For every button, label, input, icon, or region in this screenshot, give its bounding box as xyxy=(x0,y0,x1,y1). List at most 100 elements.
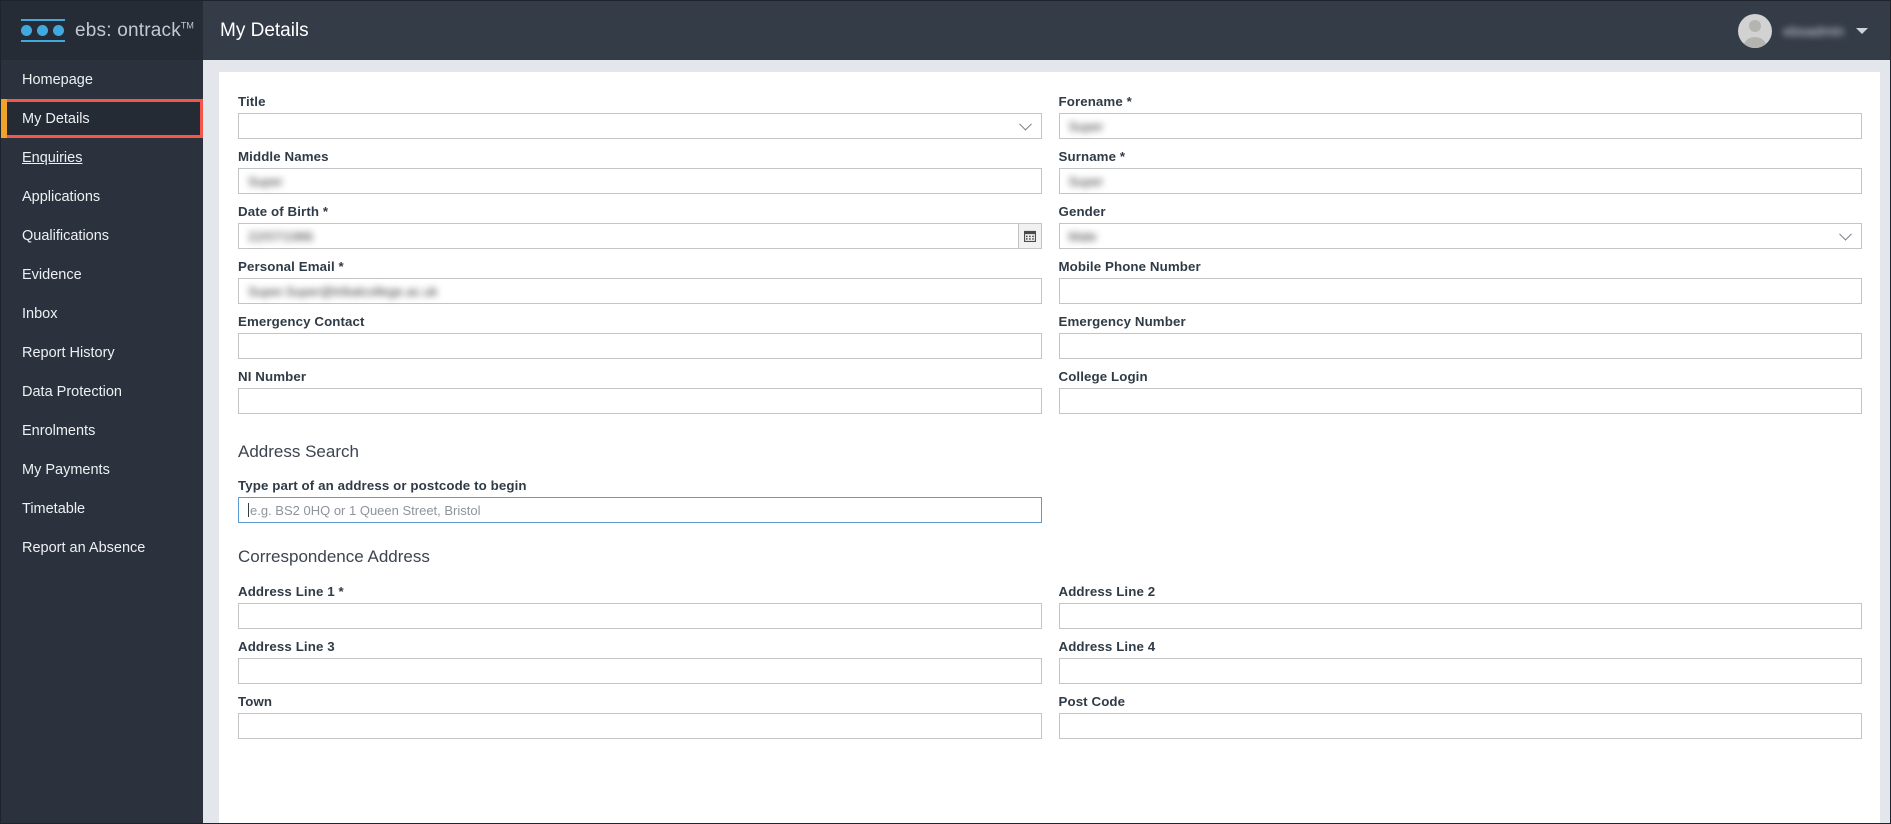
chevron-down-icon[interactable] xyxy=(1856,27,1868,34)
sidebar-item-report-an-absence[interactable]: Report an Absence xyxy=(1,528,203,567)
forename-value: Super xyxy=(1068,118,1104,134)
date-of-birth-input[interactable]: 22/07/1986 xyxy=(238,223,1042,249)
address-search-placeholder: e.g. BS2 0HQ or 1 Queen Street, Bristol xyxy=(250,502,481,518)
form-row: NI Number College Login xyxy=(238,369,1862,424)
address-line-3-input[interactable] xyxy=(238,658,1042,684)
middle-names-input[interactable]: Super xyxy=(238,168,1042,194)
sidebar-item-homepage[interactable]: Homepage xyxy=(1,60,203,99)
chevron-down-icon xyxy=(1018,117,1032,131)
sidebar-item-report-history[interactable]: Report History xyxy=(1,333,203,372)
address-line-1-input[interactable] xyxy=(238,603,1042,629)
field-emergency-number: Emergency Number xyxy=(1058,314,1862,359)
sidebar-item-label: My Payments xyxy=(22,461,110,478)
sidebar-item-qualifications[interactable]: Qualifications xyxy=(1,216,203,255)
town-input[interactable] xyxy=(238,713,1042,739)
field-label: Personal Email * xyxy=(238,259,344,274)
sidebar-item-label: My Details xyxy=(22,110,90,127)
field-address-line-2: Address Line 2 xyxy=(1058,584,1862,629)
field-label: Emergency Contact xyxy=(238,314,365,329)
field-surname: Surname * Super xyxy=(1058,149,1862,194)
forename-input[interactable]: Super xyxy=(1058,113,1862,139)
sidebar-navigation: Homepage My Details Enquiries Applicatio… xyxy=(1,60,203,823)
sidebar-item-my-payments[interactable]: My Payments xyxy=(1,450,203,489)
field-town: Town xyxy=(238,694,1042,739)
field-label: Date of Birth * xyxy=(238,204,329,219)
sidebar-item-enquiries[interactable]: Enquiries xyxy=(1,138,203,177)
field-label: Forename * xyxy=(1058,94,1132,109)
field-title: Title xyxy=(238,94,1042,139)
field-address-line-1: Address Line 1 * xyxy=(238,584,1042,629)
field-label: Mobile Phone Number xyxy=(1058,259,1201,274)
sidebar-item-label: Enrolments xyxy=(22,422,96,439)
text-cursor xyxy=(248,503,249,517)
post-code-input[interactable] xyxy=(1058,713,1862,739)
personal-email-input[interactable]: Super.Super@tribalcollege.ac.uk xyxy=(238,278,1042,304)
college-login-input[interactable] xyxy=(1058,388,1862,414)
field-personal-email: Personal Email * Super.Super@tribalcolle… xyxy=(238,259,1042,304)
username-label: ebsadmin xyxy=(1783,22,1844,39)
brand-name-text: ebs: ontrack xyxy=(75,19,181,41)
address-search-heading: Address Search xyxy=(238,442,359,461)
field-label: Middle Names xyxy=(238,149,329,164)
field-mobile-phone-number: Mobile Phone Number xyxy=(1058,259,1862,304)
form-row: Date of Birth * 22/07/1986 Gender Male xyxy=(238,204,1862,259)
title-select[interactable] xyxy=(238,113,1042,139)
field-label: NI Number xyxy=(238,369,307,384)
sidebar-item-data-protection[interactable]: Data Protection xyxy=(1,372,203,411)
brand-name: ebs: ontrackTM xyxy=(75,20,194,42)
sidebar-item-my-details[interactable]: My Details xyxy=(1,99,203,138)
sidebar-item-label: Timetable xyxy=(22,500,86,517)
mobile-phone-number-input[interactable] xyxy=(1058,278,1862,304)
field-label: Title xyxy=(238,94,266,109)
personal-email-value: Super.Super@tribalcollege.ac.uk xyxy=(248,283,438,299)
page-title: My Details xyxy=(220,19,309,41)
sidebar-item-timetable[interactable]: Timetable xyxy=(1,489,203,528)
sidebar-item-enrolments[interactable]: Enrolments xyxy=(1,411,203,450)
brand-logo[interactable]: ebs: ontrackTM xyxy=(1,1,203,60)
top-bar: ebs: ontrackTM My Details ebsadmin xyxy=(1,1,1890,60)
address-line-4-input[interactable] xyxy=(1058,658,1862,684)
field-label: Town xyxy=(238,694,273,709)
sidebar-item-label: Report an Absence xyxy=(22,539,146,556)
trademark-mark: TM xyxy=(180,20,194,31)
sidebar-item-evidence[interactable]: Evidence xyxy=(1,255,203,294)
field-address-search: Type part of an address or postcode to b… xyxy=(238,478,1042,523)
field-label: Gender xyxy=(1058,204,1106,219)
surname-input[interactable]: Super xyxy=(1058,168,1862,194)
chevron-down-icon xyxy=(1839,227,1852,241)
field-label: Surname * xyxy=(1058,149,1126,164)
address-line-2-input[interactable] xyxy=(1058,603,1862,629)
field-post-code: Post Code xyxy=(1058,694,1862,739)
field-label: Address Line 3 xyxy=(238,639,335,654)
correspondence-address-heading: Correspondence Address xyxy=(238,547,430,566)
field-label: Type part of an address or postcode to b… xyxy=(238,478,527,493)
field-gender: Gender Male xyxy=(1058,204,1862,249)
sidebar-item-label: Applications xyxy=(22,188,101,205)
sidebar-item-inbox[interactable]: Inbox xyxy=(1,294,203,333)
sidebar-item-label: Report History xyxy=(22,344,115,361)
form-row: Emergency Contact Emergency Number xyxy=(238,314,1862,369)
field-address-line-4: Address Line 4 xyxy=(1058,639,1862,684)
field-label: Address Line 1 * xyxy=(238,584,344,599)
field-label: College Login xyxy=(1058,369,1148,384)
field-address-line-3: Address Line 3 xyxy=(238,639,1042,684)
form-row: Title Forename * Super xyxy=(238,94,1862,149)
field-ni-number: NI Number xyxy=(238,369,1042,414)
sidebar-item-label: Homepage xyxy=(22,71,93,88)
ni-number-input[interactable] xyxy=(238,388,1042,414)
application-window: ebs: ontrackTM My Details ebsadmin Homep… xyxy=(0,0,1891,824)
form-row: Town Post Code xyxy=(238,694,1862,749)
address-search-input[interactable]: e.g. BS2 0HQ or 1 Queen Street, Bristol xyxy=(238,497,1042,523)
surname-value: Super xyxy=(1068,173,1104,189)
emergency-contact-input[interactable] xyxy=(238,333,1042,359)
sidebar-item-label: Inbox xyxy=(22,305,58,322)
sidebar-item-applications[interactable]: Applications xyxy=(1,177,203,216)
my-details-form-panel: Title Forename * Super Middle Names Supe… xyxy=(219,72,1880,823)
form-row: Type part of an address or postcode to b… xyxy=(238,478,1862,533)
user-menu[interactable]: ebsadmin xyxy=(1738,1,1890,60)
gender-select[interactable]: Male xyxy=(1058,223,1862,249)
calendar-icon[interactable] xyxy=(1017,224,1041,248)
emergency-number-input[interactable] xyxy=(1058,333,1862,359)
avatar xyxy=(1738,13,1773,48)
logo-dots-icon xyxy=(21,19,65,42)
